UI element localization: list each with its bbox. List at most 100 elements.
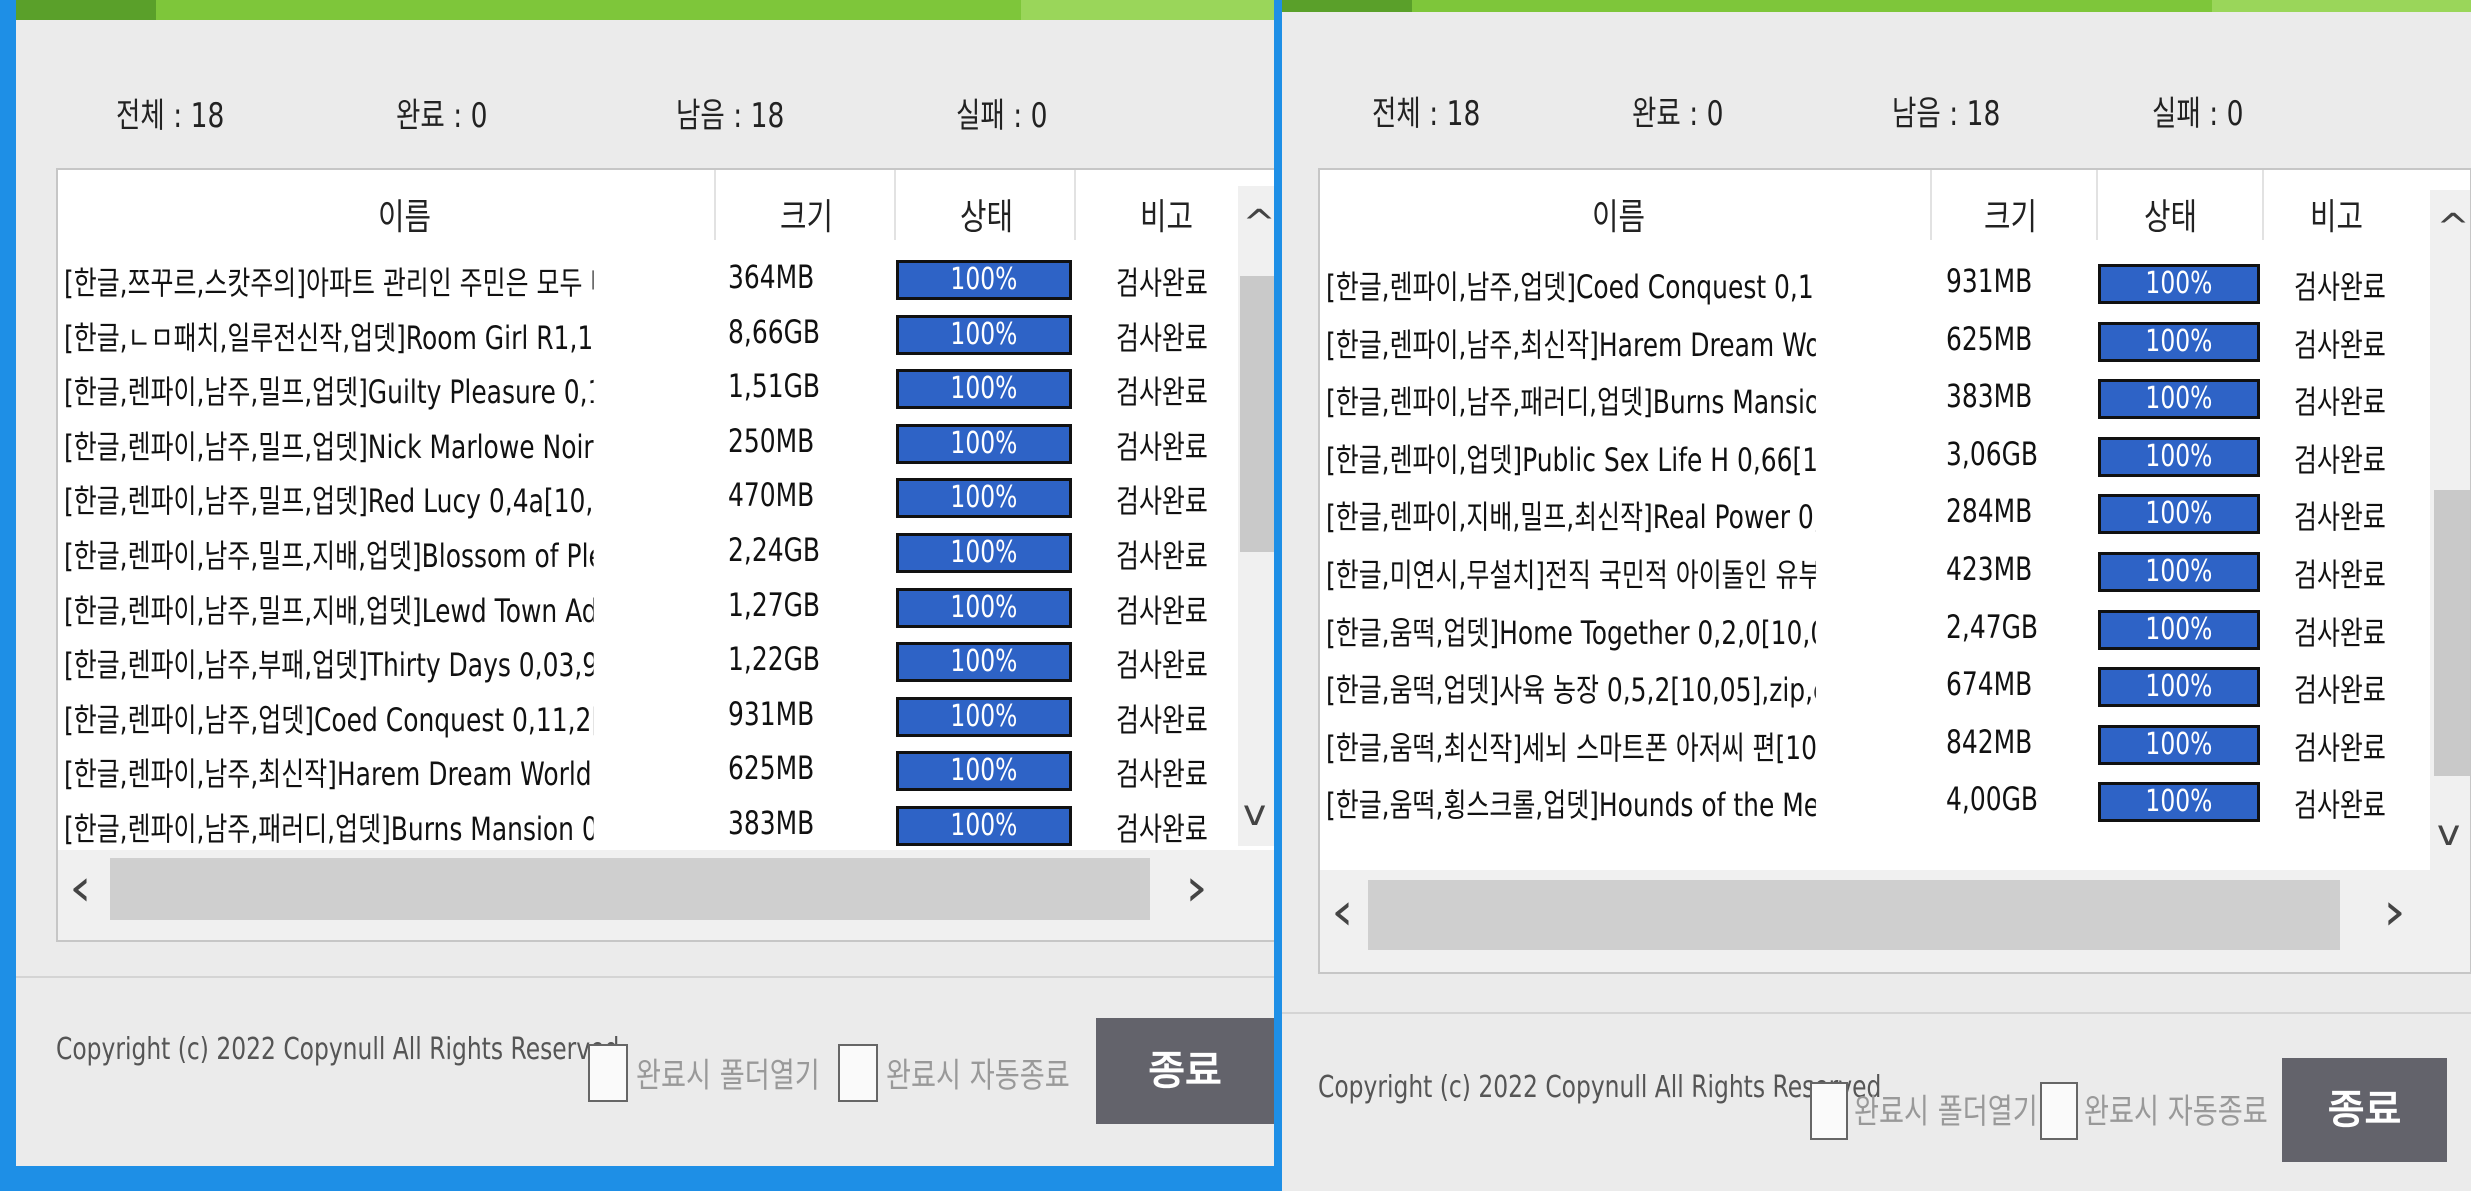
column-divider[interactable] <box>894 170 896 240</box>
progress-label: 100% <box>950 808 1018 843</box>
row-note: 검사완료 <box>1116 427 1208 466</box>
auto-close-label[interactable]: 완료시 자동종료 <box>886 1048 1070 1097</box>
scroll-right-icon[interactable]: › <box>1185 862 1208 914</box>
table-row[interactable]: [한글,ㄴㅁ패치,일루전신작,업뎃]Room Girl R1,1[10,05][… <box>58 309 1238 363</box>
column-header-note[interactable]: 비고 <box>1140 188 1193 240</box>
progress-label: 100% <box>2145 381 2213 417</box>
table-row[interactable]: [한글,렌파이,남주,밀프,지배,업뎃]Lewd Town Adventures… <box>58 582 1238 636</box>
progress-label: 100% <box>2145 438 2213 474</box>
progress-bar: 100% <box>896 478 1072 519</box>
table-row[interactable]: [한글,렌파이,남주,패러디,업뎃]Burns Mansion 0,10,1[1… <box>1320 373 2470 427</box>
row-name: [한글,렌파이,남주,업뎃]Coed Conquest 0,11,2[10,05… <box>64 700 594 739</box>
progress-bar: 100% <box>896 696 1072 737</box>
table-row[interactable]: [한글,움떡,업뎃]Home Together 0,2,0[10,05],zip… <box>1320 604 2470 658</box>
horizontal-scrollbar[interactable]: ‹ › <box>58 850 1274 940</box>
title-bar-segment <box>2212 0 2471 12</box>
row-size: 364MB <box>728 258 815 296</box>
row-size: 250MB <box>728 421 815 460</box>
column-header-size[interactable]: 크기 <box>1984 188 2037 240</box>
open-folder-label[interactable]: 완료시 폴더열기 <box>636 1048 820 1097</box>
column-divider[interactable] <box>1930 170 1932 240</box>
table-row[interactable]: [한글,렌파이,남주,밀프,업뎃]Nick Marlowe Noir Ep,4[… <box>58 418 1238 472</box>
scroll-down-icon[interactable]: v <box>1243 796 1266 832</box>
row-size: 8,66GB <box>728 312 821 351</box>
title-bar-segment <box>1021 0 1274 20</box>
progress-bar: 100% <box>896 751 1072 792</box>
table-row[interactable]: [한글,렌파이,남주,밀프,업뎃]Red Lucy 0,4a[10,05],zi… <box>58 472 1238 526</box>
open-folder-checkbox[interactable] <box>588 1044 628 1102</box>
row-name: [한글,렌파이,남주,최신작]Harem Dream World 0,1[10,… <box>64 755 594 794</box>
table-row[interactable]: [한글,움떡,횡스크롤,업뎃]Hounds of the Meteor 2022… <box>1320 776 2470 830</box>
table-row[interactable]: [한글,렌파이,남주,밀프,업뎃]Guilty Pleasure 0,18[10… <box>58 363 1238 417</box>
stat-done: 완료 : 0 <box>1632 94 1724 134</box>
table-row[interactable]: [한글,렌파이,남주,최신작]Harem Dream World 0,1[10,… <box>1320 316 2470 370</box>
row-name: [한글,ㄴㅁ패치,일루전신작,업뎃]Room Girl R1,1[10,05][… <box>64 318 594 357</box>
column-divider[interactable] <box>1074 170 1076 240</box>
stat-remaining: 남음 : 18 <box>1892 94 2001 134</box>
table-row[interactable]: [한글,쯔꾸르,스캇주의]아파트 관리인 주민은 모두 나의 애완- 364MB 1… <box>58 254 1238 308</box>
column-divider[interactable] <box>2262 170 2264 240</box>
scroll-down-icon[interactable]: v <box>2437 816 2460 852</box>
scrollbar-thumb[interactable] <box>2434 490 2470 776</box>
close-button-label: 종료 <box>1148 1048 1222 1094</box>
row-name: [한글,렌파이,남주,패러디,업뎃]Burns Mansion 0,10,1[1… <box>1326 383 1816 422</box>
checker-window-left: 전체 : 18 완료 : 0 남음 : 18 실패 : 0 이름 크기 상태 비… <box>16 0 1274 1166</box>
column-header-name[interactable]: 이름 <box>378 188 431 240</box>
scroll-right-icon[interactable]: › <box>2383 886 2406 938</box>
title-bar[interactable] <box>1282 0 2471 12</box>
scroll-up-icon[interactable]: ^ <box>2436 210 2469 246</box>
vertical-scrollbar[interactable]: ^ v <box>2430 190 2470 870</box>
column-divider[interactable] <box>2096 170 2098 240</box>
close-button[interactable]: 종료 <box>2282 1058 2447 1162</box>
table-row[interactable]: [한글,렌파이,업뎃]Public Sex Life H 0,66[10,05]… <box>1320 431 2470 485</box>
table-row[interactable]: [한글,렌파이,남주,최신작]Harem Dream World 0,1[10,… <box>58 745 1238 799</box>
file-list[interactable]: 이름 크기 상태 비고 [한글,렌파이,남주,업뎃]Coed Conquest … <box>1318 168 2471 974</box>
open-folder-label[interactable]: 완료시 폴더열기 <box>1854 1084 2038 1133</box>
progress-label: 100% <box>2145 611 2213 647</box>
progress-label: 100% <box>950 644 1018 680</box>
footer-divider <box>1282 1012 2471 1014</box>
title-bar[interactable] <box>16 0 1274 20</box>
table-row[interactable]: [한글,미연시,무설치]전직 국민적 아이돌인 유부녀를 엉망으로 423MB 10… <box>1320 546 2470 600</box>
table-row[interactable]: [한글,렌파이,남주,부패,업뎃]Thirty Days 0,03,90MF B… <box>58 636 1238 690</box>
vertical-scrollbar[interactable]: ^ v <box>1238 186 1274 846</box>
table-row[interactable]: [한글,움떡,업뎃]사육 농장 0,5,2[10,05],zip,ezc 674M… <box>1320 661 2470 715</box>
copyright-text: Copyright (c) 2022 Copynull All Rights R… <box>56 1032 620 1067</box>
stat-failed: 실패 : 0 <box>2152 94 2244 134</box>
column-header-status[interactable]: 상태 <box>2144 188 2197 240</box>
table-row[interactable]: [한글,움떡,최신작]세뇌 스마트폰 아저씨 편[10,05],zip,ezc 8… <box>1320 719 2470 773</box>
open-folder-checkbox[interactable] <box>1810 1082 1848 1140</box>
file-list[interactable]: 이름 크기 상태 비고 [한글,쯔꾸르,스캇주의]아파트 관리인 주민은 모두 … <box>56 168 1274 942</box>
column-header-name[interactable]: 이름 <box>1592 188 1645 240</box>
table-row[interactable]: [한글,렌파이,지배,밀프,최신작]Real Power 0,1[10,05],… <box>1320 488 2470 542</box>
scroll-left-icon[interactable]: ‹ <box>69 862 92 914</box>
table-row[interactable]: [한글,렌파이,남주,밀프,지배,업뎃]Blossom of Pleasure … <box>58 527 1238 581</box>
row-size: 2,24GB <box>728 531 821 569</box>
table-row[interactable]: [한글,렌파이,남주,업뎃]Coed Conquest 0,11,2[10,05… <box>58 691 1238 745</box>
column-divider[interactable] <box>714 170 716 240</box>
auto-close-label[interactable]: 완료시 자동종료 <box>2084 1084 2268 1133</box>
progress-label: 100% <box>2145 266 2213 301</box>
row-name: [한글,렌파이,지배,밀프,최신작]Real Power 0,1[10,05],… <box>1326 498 1816 537</box>
row-note: 검사완료 <box>2294 383 2386 422</box>
scrollbar-thumb[interactable] <box>1368 880 2340 950</box>
column-header-status[interactable]: 상태 <box>960 188 1013 240</box>
table-row[interactable]: [한글,렌파이,남주,패러디,업뎃]Burns Mansion 0,10,1[1… <box>58 800 1238 854</box>
stat-failed: 실패 : 0 <box>956 96 1048 136</box>
scroll-left-icon[interactable]: ‹ <box>1331 886 1354 938</box>
row-name: [한글,렌파이,남주,밀프,지배,업뎃]Blossom of Pleasure … <box>64 537 594 575</box>
table-row[interactable]: [한글,렌파이,남주,업뎃]Coed Conquest 0,11,2[10,05… <box>1320 258 2470 312</box>
scroll-up-icon[interactable]: ^ <box>1242 206 1274 242</box>
progress-label: 100% <box>2145 784 2213 820</box>
close-button[interactable]: 종료 <box>1096 1018 1274 1124</box>
column-header-size[interactable]: 크기 <box>780 188 833 240</box>
scrollbar-thumb[interactable] <box>1240 276 1274 552</box>
auto-close-checkbox[interactable] <box>838 1044 878 1102</box>
auto-close-checkbox[interactable] <box>2040 1082 2078 1140</box>
title-bar-segment <box>1282 0 1412 12</box>
row-size: 625MB <box>1946 319 2033 358</box>
row-note: 검사완료 <box>2294 613 2386 652</box>
scrollbar-thumb[interactable] <box>110 858 1150 920</box>
horizontal-scrollbar[interactable]: ‹ › <box>1320 870 2470 972</box>
column-header-note[interactable]: 비고 <box>2310 188 2363 240</box>
